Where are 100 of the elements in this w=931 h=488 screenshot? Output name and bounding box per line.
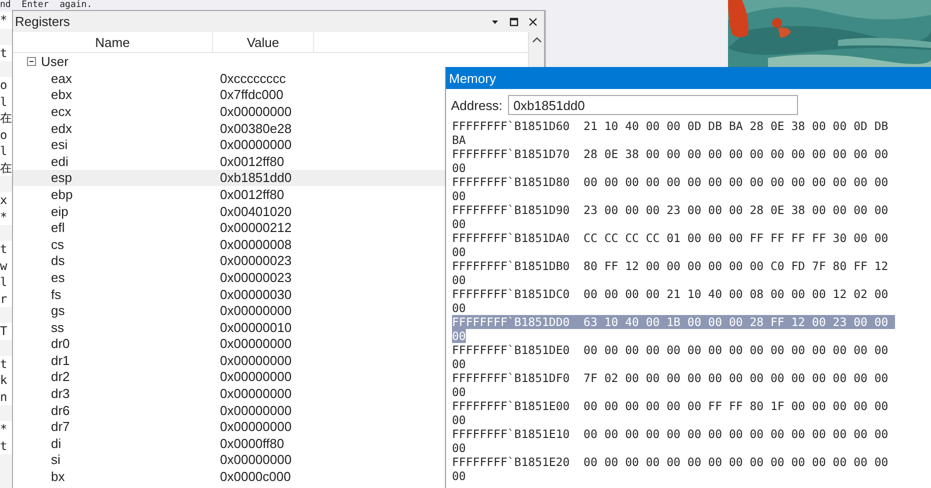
window-title: Registers [15, 14, 71, 29]
register-name: dr7 [50, 419, 71, 434]
register-row[interactable]: di 0x0000ff80 [13, 435, 445, 452]
register-name: dr6 [50, 402, 71, 418]
register-name: fs [50, 286, 62, 302]
register-value: 0x00000000 [220, 137, 292, 152]
register-row[interactable]: ds 0x00000023 [13, 252, 445, 270]
register-row[interactable]: ecx 0x00000000 [13, 103, 445, 120]
register-row[interactable]: fs 0x00000030 [13, 286, 445, 302]
memory-row[interactable]: FFFFFFFF`B1851DE0 00 00 00 00 00 00 00 00 00 00 00 00 00 00 00 00 [452, 343, 896, 371]
register-row[interactable]: dr0 0x00000000 [13, 336, 445, 352]
register-name: dr0 [50, 336, 71, 352]
register-row[interactable]: efl 0x00000212 [13, 219, 445, 236]
memory-row[interactable]: FFFFFFFF`B1851DB0 80 FF 12 00 00 00 00 00 00 C0 FD 7F 80 FF 12 00 [452, 259, 896, 287]
code-line: T [0, 323, 8, 340]
register-row[interactable]: gs 0x00000000 [13, 302, 445, 319]
register-name: esi [50, 137, 69, 152]
register-row[interactable]: dr6 0x00000000 [13, 402, 445, 418]
register-name: esp [50, 170, 73, 186]
code-line: * [0, 208, 8, 225]
register-name: ss [50, 320, 65, 335]
address-field[interactable]: 0xb1851dd0 [508, 95, 798, 115]
collapse-icon[interactable] [27, 57, 36, 66]
register-name: efl [50, 220, 66, 236]
register-value: 0x00000000 [220, 402, 292, 418]
code-line: l [0, 274, 8, 290]
register-row[interactable]: dr7 0x00000000 [13, 418, 445, 436]
register-row[interactable]: eip 0x00401020 [13, 202, 445, 220]
column-header[interactable]: Name [13, 32, 213, 52]
register-value: 0x00000000 [220, 419, 292, 434]
register-value: 0x0000c000 [220, 469, 291, 484]
code-line: t [0, 438, 8, 454]
code-line: x [0, 192, 8, 208]
register-row[interactable]: eax 0xcccccccc [13, 70, 445, 87]
memory-row[interactable]: FFFFFFFF`B1851D90 23 00 00 00 23 00 00 00 28 0E 38 00 00 00 00 00 [452, 203, 896, 231]
register-value: 0x00000000 [220, 386, 292, 402]
register-row[interactable]: esp 0xb1851dd0 [13, 170, 445, 186]
register-row[interactable]: cs 0x00000008 [13, 236, 445, 253]
register-row[interactable]: dr1 0x00000000 [13, 352, 445, 369]
register-row[interactable]: es 0x00000023 [13, 269, 445, 286]
register-name: gs [50, 303, 66, 318]
register-name: ds [50, 253, 66, 268]
register-row[interactable]: dr2 0x00000000 [13, 368, 445, 386]
register-value: 0xb1851dd0 [220, 170, 292, 186]
register-value: 0x00000000 [220, 303, 292, 318]
register-name: es [50, 270, 66, 285]
register-value: 0x00000023 [220, 253, 292, 268]
register-row[interactable]: esi 0x00000000 [13, 136, 445, 153]
scrollbar[interactable] [528, 32, 544, 67]
code-line: o [0, 77, 8, 94]
register-value: 0x7ffdc000 [220, 87, 284, 102]
address-label: Address: [451, 98, 502, 112]
close-icon[interactable] [528, 16, 538, 26]
code-line: l [0, 143, 8, 160]
register-row[interactable]: ebp 0x0012ff80 [13, 186, 445, 203]
code-line: 在 [0, 110, 12, 126]
memory-row[interactable]: FFFFFFFF`B1851E00 00 00 00 00 00 00 FF FF 80 1F 00 00 00 00 00 00 [452, 399, 896, 427]
code-line: k [0, 372, 8, 388]
register-name: ebx [50, 87, 73, 102]
register-row[interactable]: edx 0x00380e28 [13, 120, 445, 136]
memory-row[interactable]: FFFFFFFF`B1851E10 00 00 00 00 00 00 00 00 00 00 00 00 00 00 00 00 [452, 427, 896, 455]
register-row[interactable]: si 0x00000000 [13, 452, 445, 468]
register-name: di [50, 436, 62, 451]
register-row[interactable]: bx 0x0000c000 [13, 468, 445, 485]
window-title: Memory [449, 70, 496, 86]
code-line: w [0, 258, 8, 274]
column-header[interactable]: Value [213, 32, 314, 52]
register-value: 0x0012ff80 [220, 186, 284, 202]
register-name: edi [50, 154, 70, 169]
code-line: * [0, 421, 8, 438]
register-name: edx [50, 120, 73, 136]
register-value: 0xcccccccc [220, 70, 286, 86]
register-row[interactable]: ebx 0x7ffdc000 [13, 86, 445, 104]
register-name: eax [50, 70, 73, 86]
tree-group-label[interactable]: User [41, 54, 68, 69]
register-row[interactable]: edi 0x0012ff80 [13, 152, 445, 170]
register-name: cs [50, 236, 65, 252]
register-name: eip [50, 204, 70, 219]
register-value: 0x00380e28 [220, 120, 292, 136]
register-name: si [50, 452, 62, 468]
memory-row[interactable]: FFFFFFFF`B1851D70 28 0E 38 00 00 00 00 00 00 00 00 00 00 00 00 00 [452, 147, 896, 175]
memory-row[interactable]: FFFFFFFF`B1851D60 21 10 40 00 00 0D DB BA 28 0E 38 00 00 0D DB BA [452, 119, 896, 147]
memory-row[interactable]: FFFFFFFF`B1851DA0 CC CC CC CC 01 00 00 00 FF FF FF FF 30 00 00 00 [452, 231, 896, 259]
memory-row[interactable]: FFFFFFFF`B1851DC0 00 00 00 00 21 10 40 00 08 00 00 00 12 02 00 00 [452, 287, 896, 315]
register-name: dr2 [50, 369, 71, 384]
register-row[interactable]: ss 0x00000010 [13, 318, 445, 336]
code-line: r [0, 290, 8, 307]
register-name: ecx [50, 104, 72, 119]
register-value: 0x00000000 [220, 369, 292, 384]
memory-row[interactable]: FFFFFFFF`B1851D80 00 00 00 00 00 00 00 00 00 00 00 00 00 00 00 00 [452, 175, 896, 203]
code-line: t [0, 44, 8, 61]
maximize-icon[interactable] [509, 16, 519, 26]
register-row[interactable]: dr3 0x00000000 [13, 385, 445, 402]
memory-row[interactable]: FFFFFFFF`B1851DF0 7F 02 00 00 00 00 00 00 00 00 00 00 00 00 00 00 [452, 371, 896, 399]
register-value: 0x0000ff80 [220, 436, 284, 451]
register-name: dr3 [50, 386, 71, 402]
code-line: t [0, 241, 8, 258]
memory-row[interactable]: FFFFFFFF`B1851E20 00 00 00 00 00 00 00 00 00 00 00 00 00 00 00 00 [452, 455, 896, 483]
scroll-up-icon[interactable] [532, 36, 542, 44]
register-value: 0x00000000 [220, 336, 292, 352]
